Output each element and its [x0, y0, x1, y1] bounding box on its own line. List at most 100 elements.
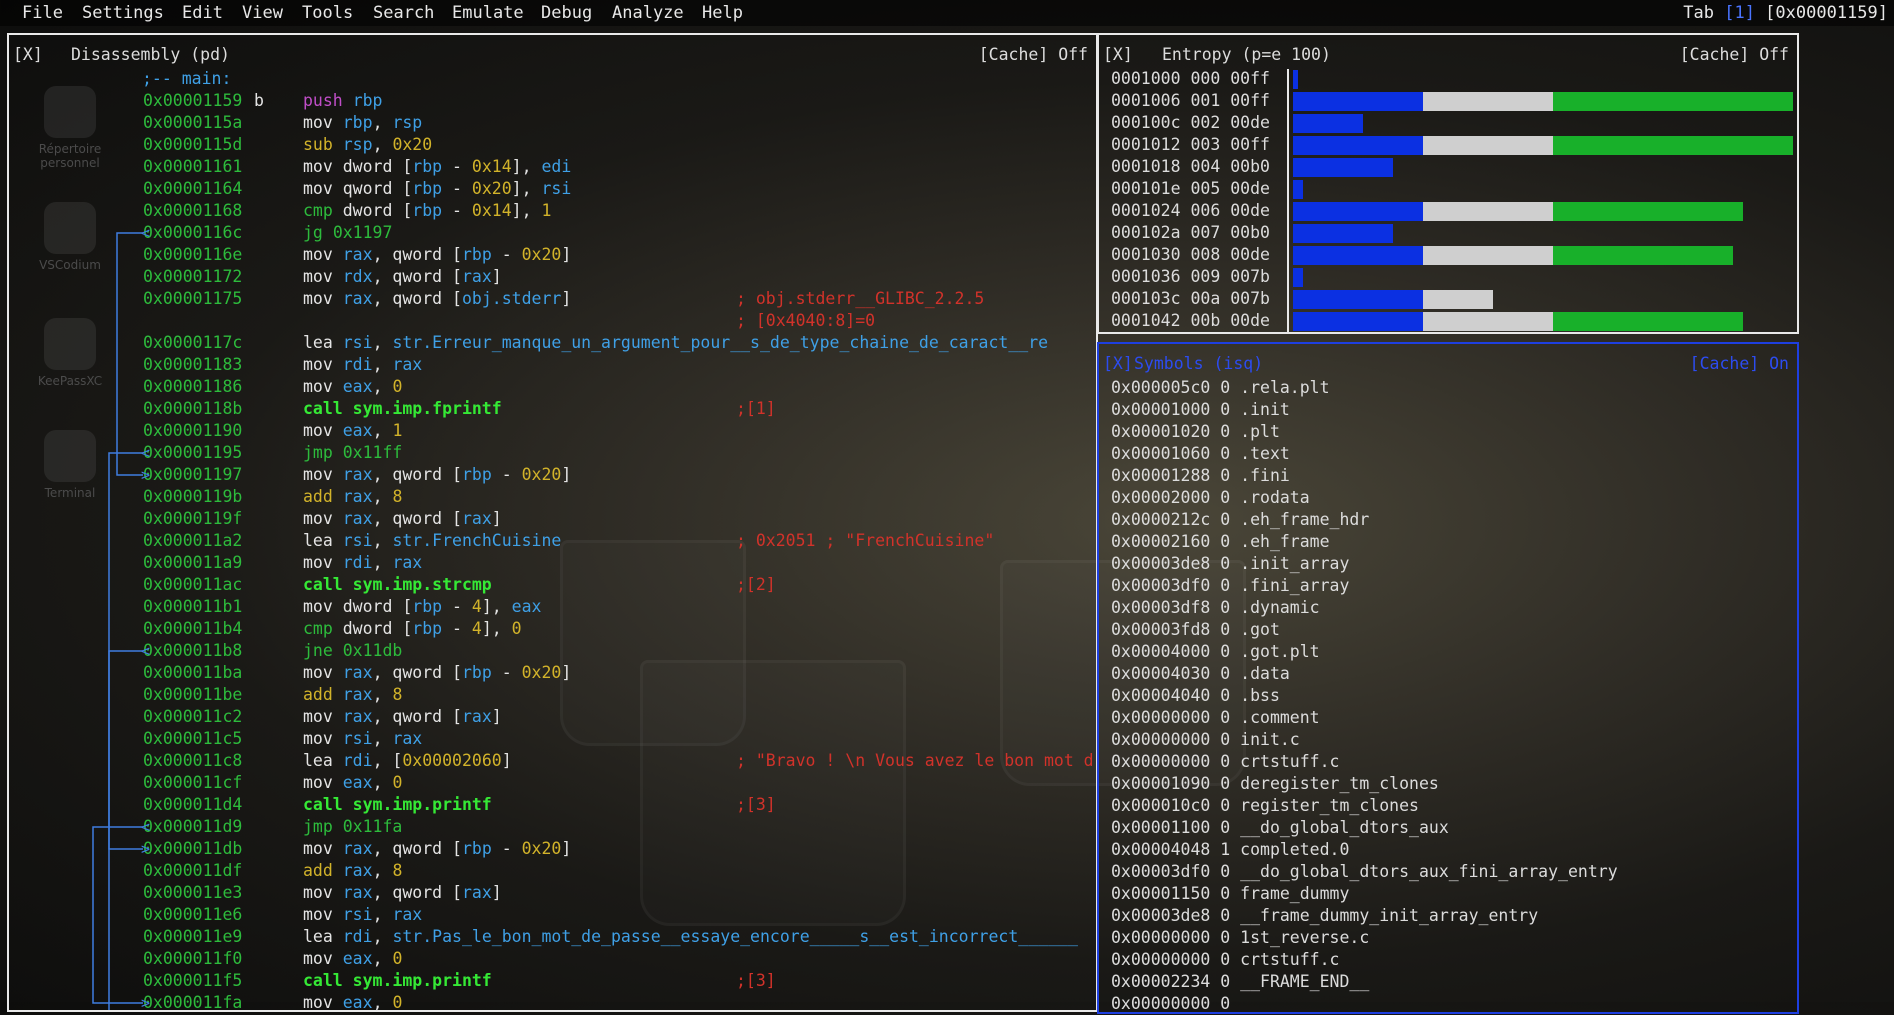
- jump-target[interactable]: 0x11db: [343, 641, 403, 660]
- disasm-line[interactable]: 0x000011b1 mov dword [rbp - 4], eax: [9, 596, 1094, 618]
- symbol-row[interactable]: 0x00003df0 0 .fini_array: [1111, 575, 1349, 597]
- operand-text: , qword [: [372, 267, 462, 286]
- menu-emulate[interactable]: Emulate: [452, 3, 524, 23]
- disasm-line[interactable]: 0x000011fa mov eax, 0: [9, 992, 1094, 1014]
- symbol-row[interactable]: 0x00000000 0 init.c: [1111, 729, 1300, 751]
- tab-indicator[interactable]: Tab [1] [0x00001159]: [1683, 3, 1888, 23]
- disasm-line[interactable]: ; [0x4040:8]=0: [9, 310, 1094, 332]
- jump-target[interactable]: 0x11fa: [343, 817, 403, 836]
- disasm-line[interactable]: 0x0000118b call sym.imp.fprintf ;[1]: [9, 398, 1094, 420]
- symbol-row[interactable]: 0x00001020 0 .plt: [1111, 421, 1280, 443]
- disasm-line[interactable]: 0x0000115d sub rsp, 0x20: [9, 134, 1094, 156]
- symbols-cache-toggle[interactable]: [Cache] On: [1690, 354, 1789, 373]
- symbol-row[interactable]: 0x00003de8 0 .init_array: [1111, 553, 1349, 575]
- symbol-row[interactable]: 0x00001288 0 .fini: [1111, 465, 1290, 487]
- disasm-line[interactable]: 0x0000117c lea rsi, str.Erreur_manque_un_…: [9, 332, 1094, 354]
- symbols-panel[interactable]: [X] Symbols (isq) [Cache] On 0x000005c0 …: [1097, 342, 1799, 1014]
- symbol-row[interactable]: 0x00004030 0 .data: [1111, 663, 1290, 685]
- symbol-row[interactable]: 0x00004040 0 .bss: [1111, 685, 1280, 707]
- menu-edit[interactable]: Edit: [182, 3, 223, 23]
- disasm-line[interactable]: 0x00001197 mov rax, qword [rbp - 0x20]: [9, 464, 1094, 486]
- operand-text: -: [442, 157, 472, 176]
- disasm-line[interactable]: 0x000011a2 lea rsi, str.FrenchCuisine ; 0x…: [9, 530, 1094, 552]
- disasm-line[interactable]: 0x00001161 mov dword [rbp - 0x14], edi: [9, 156, 1094, 178]
- symbol-row[interactable]: 0x00000000 0 crtstuff.c: [1111, 949, 1339, 971]
- disassembly-close-button[interactable]: [X]: [13, 45, 43, 64]
- symbol-row[interactable]: 0x000010c0 0 register_tm_clones: [1111, 795, 1419, 817]
- disasm-line[interactable]: 0x0000119b add rax, 8: [9, 486, 1094, 508]
- disasm-line[interactable]: 0x00001190 mov eax, 1: [9, 420, 1094, 442]
- symbol-row[interactable]: 0x0000212c 0 .eh_frame_hdr: [1111, 509, 1369, 531]
- menu-help[interactable]: Help: [702, 3, 743, 23]
- menu-analyze[interactable]: Analyze: [612, 3, 684, 23]
- disasm-line[interactable]: 0x00001186 mov eax, 0: [9, 376, 1094, 398]
- symbol-row[interactable]: 0x00000000 0 crtstuff.c: [1111, 751, 1339, 773]
- entropy-cache-toggle[interactable]: [Cache] Off: [1680, 45, 1789, 64]
- menu-debug[interactable]: Debug: [541, 3, 592, 23]
- disasm-line[interactable]: 0x000011b4 cmp dword [rbp - 4], 0: [9, 618, 1094, 640]
- disasm-line[interactable]: 0x000011f5 call sym.imp.printf ;[3]: [9, 970, 1094, 992]
- menu-search[interactable]: Search: [373, 3, 434, 23]
- symbol-row[interactable]: 0x00003fd8 0 .got: [1111, 619, 1280, 641]
- symbol-row[interactable]: 0x00001100 0 __do_global_dtors_aux: [1111, 817, 1449, 839]
- jump-target[interactable]: 0x1197: [333, 223, 393, 242]
- disasm-line[interactable]: 0x000011e6 mov rsi, rax: [9, 904, 1094, 926]
- disasm-line[interactable]: 0x000011e3 mov rax, qword [rax]: [9, 882, 1094, 904]
- disasm-line[interactable]: 0x000011ac call sym.imp.strcmp ;[2]: [9, 574, 1094, 596]
- disasm-line[interactable]: 0x0000119f mov rax, qword [rax]: [9, 508, 1094, 530]
- disasm-line[interactable]: 0x0000116e mov rax, qword [rbp - 0x20]: [9, 244, 1094, 266]
- symbol-row[interactable]: 0x00000000 0 1st_reverse.c: [1111, 927, 1369, 949]
- operand: rax: [342, 685, 373, 704]
- symbol-row[interactable]: 0x00001060 0 .text: [1111, 443, 1290, 465]
- disasm-line[interactable]: 0x0000116c jg 0x1197: [9, 222, 1094, 244]
- disasm-line[interactable]: 0x000011cf mov eax, 0: [9, 772, 1094, 794]
- entropy-close-button[interactable]: [X]: [1103, 45, 1133, 64]
- menu-tools[interactable]: Tools: [302, 3, 353, 23]
- disasm-line[interactable]: 0x000011d4 call sym.imp.printf ;[3]: [9, 794, 1094, 816]
- entropy-panel[interactable]: [X] Entropy (p=e 100) [Cache] Off 000100…: [1097, 33, 1799, 334]
- symbol-row[interactable]: 0x00002234 0 __FRAME_END__: [1111, 971, 1369, 993]
- symbol-row[interactable]: 0x00000000 0 .comment: [1111, 707, 1320, 729]
- disasm-line[interactable]: 0x00001175 mov rax, qword [obj.stderr] ; o…: [9, 288, 1094, 310]
- disasm-line[interactable]: 0x000011d9 jmp 0x11fa: [9, 816, 1094, 838]
- disassembly-cache-toggle[interactable]: [Cache] Off: [979, 45, 1088, 64]
- disasm-line[interactable]: 0x000011c2 mov rax, qword [rax]: [9, 706, 1094, 728]
- disasm-line[interactable]: 0x000011c5 mov rsi, rax: [9, 728, 1094, 750]
- disasm-line[interactable]: 0x000011a9 mov rdi, rax: [9, 552, 1094, 574]
- disasm-line[interactable]: 0x000011e9 lea rdi, str.Pas_le_bon_mot_de…: [9, 926, 1094, 948]
- disasm-line[interactable]: 0x000011ba mov rax, qword [rbp - 0x20]: [9, 662, 1094, 684]
- disasm-line[interactable]: 0x00001168 cmp dword [rbp - 0x14], 1: [9, 200, 1094, 222]
- symbol-row[interactable]: 0x00004048 1 completed.0: [1111, 839, 1349, 861]
- disasm-line[interactable]: 0x00001195 jmp 0x11ff: [9, 442, 1094, 464]
- disasm-line[interactable]: 0x0000115a mov rbp, rsp: [9, 112, 1094, 134]
- symbol-row[interactable]: 0x00002160 0 .eh_frame: [1111, 531, 1330, 553]
- disasm-line[interactable]: 0x00001172 mov rdx, qword [rax]: [9, 266, 1094, 288]
- symbol-row[interactable]: 0x00001000 0 .init: [1111, 399, 1290, 421]
- symbol-row[interactable]: 0x00002000 0 .rodata: [1111, 487, 1310, 509]
- disasm-line[interactable]: 0x00001159 b push rbp: [9, 90, 1094, 112]
- symbol-row[interactable]: 0x00003df0 0 __do_global_dtors_aux_fini_…: [1111, 861, 1618, 883]
- menu-view[interactable]: View: [242, 3, 283, 23]
- disasm-line[interactable]: 0x000011c8 lea rdi, [0x00002060] ; "Bravo …: [9, 750, 1094, 772]
- disasm-line[interactable]: 0x00001164 mov qword [rbp - 0x20], rsi: [9, 178, 1094, 200]
- symbol-row[interactable]: 0x00001090 0 deregister_tm_clones: [1111, 773, 1439, 795]
- disasm-line[interactable]: 0x000011df add rax, 8: [9, 860, 1094, 882]
- menu-file[interactable]: File: [22, 3, 63, 23]
- menu-settings[interactable]: Settings: [82, 3, 164, 23]
- symbol-row[interactable]: 0x00000000 0: [1111, 993, 1230, 1015]
- disasm-line[interactable]: 0x00001183 mov rdi, rax: [9, 354, 1094, 376]
- symbols-close-button[interactable]: [X]: [1103, 354, 1133, 373]
- symbol-row[interactable]: 0x00001150 0 frame_dummy: [1111, 883, 1349, 905]
- disassembly-panel[interactable]: [X] Disassembly (pd) [Cache] Off ;-- mai…: [7, 33, 1098, 1012]
- symbol-row[interactable]: 0x000005c0 0 .rela.plt: [1111, 377, 1330, 399]
- disasm-line[interactable]: 0x000011f0 mov eax, 0: [9, 948, 1094, 970]
- symbol-row[interactable]: 0x00003df8 0 .dynamic: [1111, 597, 1320, 619]
- symbol-row[interactable]: 0x00004000 0 .got.plt: [1111, 641, 1320, 663]
- disasm-line[interactable]: 0x000011db mov rax, qword [rbp - 0x20]: [9, 838, 1094, 860]
- disasm-line[interactable]: 0x000011b8 jne 0x11db: [9, 640, 1094, 662]
- symbol-row[interactable]: 0x00003de8 0 __frame_dummy_init_array_en…: [1111, 905, 1538, 927]
- disasm-line[interactable]: 0x000011be add rax, 8: [9, 684, 1094, 706]
- jump-target[interactable]: 0x11ff: [343, 443, 403, 462]
